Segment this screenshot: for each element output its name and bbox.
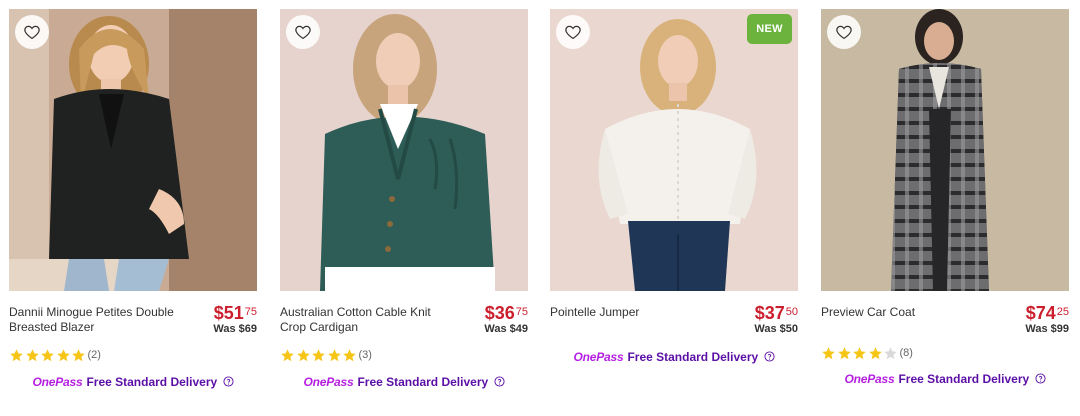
was-price: Was $50 xyxy=(754,323,798,335)
current-price: $7425 xyxy=(1025,303,1069,323)
product-name[interactable]: Dannii Minogue Petites Double Breasted B… xyxy=(9,305,189,335)
current-price: $3750 xyxy=(754,303,798,323)
star-icon xyxy=(853,346,866,359)
price-block: $3675 Was $49 xyxy=(484,303,528,336)
question-circle-icon[interactable] xyxy=(222,376,234,387)
heart-outline-icon xyxy=(836,25,852,40)
star-icon xyxy=(343,348,356,361)
star-icon xyxy=(281,348,294,361)
review-count: (8) xyxy=(899,347,913,359)
product-photo-blazer xyxy=(9,9,257,291)
star-icon xyxy=(41,348,54,361)
was-price: Was $99 xyxy=(1025,323,1069,335)
product-card[interactable]: Australian Cotton Cable Knit Crop Cardig… xyxy=(280,9,528,409)
onepass-delivery[interactable]: OnePass Free Standard Delivery xyxy=(280,375,528,389)
onepass-logo: OnePass xyxy=(573,350,624,364)
review-count: (2) xyxy=(87,349,101,361)
wishlist-button[interactable] xyxy=(827,15,861,49)
product-image[interactable] xyxy=(821,9,1069,291)
heart-outline-icon xyxy=(295,25,311,40)
product-name[interactable]: Australian Cotton Cable Knit Crop Cardig… xyxy=(280,305,460,335)
product-photo-jumper xyxy=(550,9,798,291)
onepass-delivery[interactable]: OnePass Free Standard Delivery xyxy=(550,350,798,364)
wishlist-button[interactable] xyxy=(556,15,590,49)
price-block: $7425 Was $99 xyxy=(1025,303,1069,336)
question-circle-icon[interactable] xyxy=(493,376,505,387)
new-badge: NEW xyxy=(747,14,792,44)
wishlist-button[interactable] xyxy=(286,15,320,49)
product-info: Pointelle Jumper $3750 Was $50 xyxy=(550,303,798,351)
star-icon xyxy=(25,348,39,361)
question-circle-icon[interactable] xyxy=(763,351,775,362)
star-icon xyxy=(312,348,325,361)
product-name[interactable]: Preview Car Coat xyxy=(821,305,1001,320)
star-icon xyxy=(72,348,85,361)
product-name[interactable]: Pointelle Jumper xyxy=(550,305,730,320)
heart-outline-icon xyxy=(565,25,581,40)
product-photo-coat xyxy=(821,9,1069,291)
star-icon xyxy=(837,346,851,359)
price-block: $3750 Was $50 xyxy=(754,303,798,336)
question-circle-icon[interactable] xyxy=(1034,373,1046,384)
product-info: Australian Cotton Cable Knit Crop Cardig… xyxy=(280,303,528,351)
star-icon xyxy=(822,346,835,359)
wishlist-button[interactable] xyxy=(15,15,49,49)
review-count: (3) xyxy=(358,349,372,361)
price-block: $5175 Was $69 xyxy=(213,303,257,336)
was-price: Was $49 xyxy=(484,323,528,335)
product-card[interactable]: NEW Pointelle Jumper $3750 Was $50 OnePa… xyxy=(550,9,798,409)
product-card[interactable]: Dannii Minogue Petites Double Breasted B… xyxy=(9,9,257,409)
product-image[interactable]: NEW xyxy=(550,9,798,291)
star-icon xyxy=(56,348,70,361)
product-info: Dannii Minogue Petites Double Breasted B… xyxy=(9,303,257,351)
was-price: Was $69 xyxy=(213,323,257,335)
star-icon xyxy=(296,348,310,361)
star-empty-icon xyxy=(884,346,897,359)
star-icon xyxy=(868,346,882,359)
onepass-logo: OnePass xyxy=(844,372,895,386)
star-icon xyxy=(327,348,341,361)
delivery-label: Free Standard Delivery xyxy=(357,375,489,389)
onepass-delivery[interactable]: OnePass Free Standard Delivery xyxy=(9,375,257,389)
product-photo-cardigan xyxy=(280,9,528,291)
current-price: $3675 xyxy=(484,303,528,323)
product-image[interactable] xyxy=(9,9,257,291)
onepass-delivery[interactable]: OnePass Free Standard Delivery xyxy=(821,372,1069,386)
heart-outline-icon xyxy=(24,25,40,40)
star-rating[interactable]: (8) xyxy=(821,345,913,361)
product-grid: Dannii Minogue Petites Double Breasted B… xyxy=(0,0,1080,416)
star-icon xyxy=(10,348,23,361)
onepass-logo: OnePass xyxy=(303,375,354,389)
delivery-label: Free Standard Delivery xyxy=(86,375,218,389)
star-rating[interactable]: (2) xyxy=(9,347,101,363)
current-price: $5175 xyxy=(213,303,257,323)
delivery-label: Free Standard Delivery xyxy=(898,372,1030,386)
onepass-logo: OnePass xyxy=(32,375,83,389)
product-image[interactable] xyxy=(280,9,528,291)
star-rating[interactable]: (3) xyxy=(280,347,372,363)
product-card[interactable]: Preview Car Coat $7425 Was $99 (8) OnePa… xyxy=(821,9,1069,409)
delivery-label: Free Standard Delivery xyxy=(627,350,759,364)
